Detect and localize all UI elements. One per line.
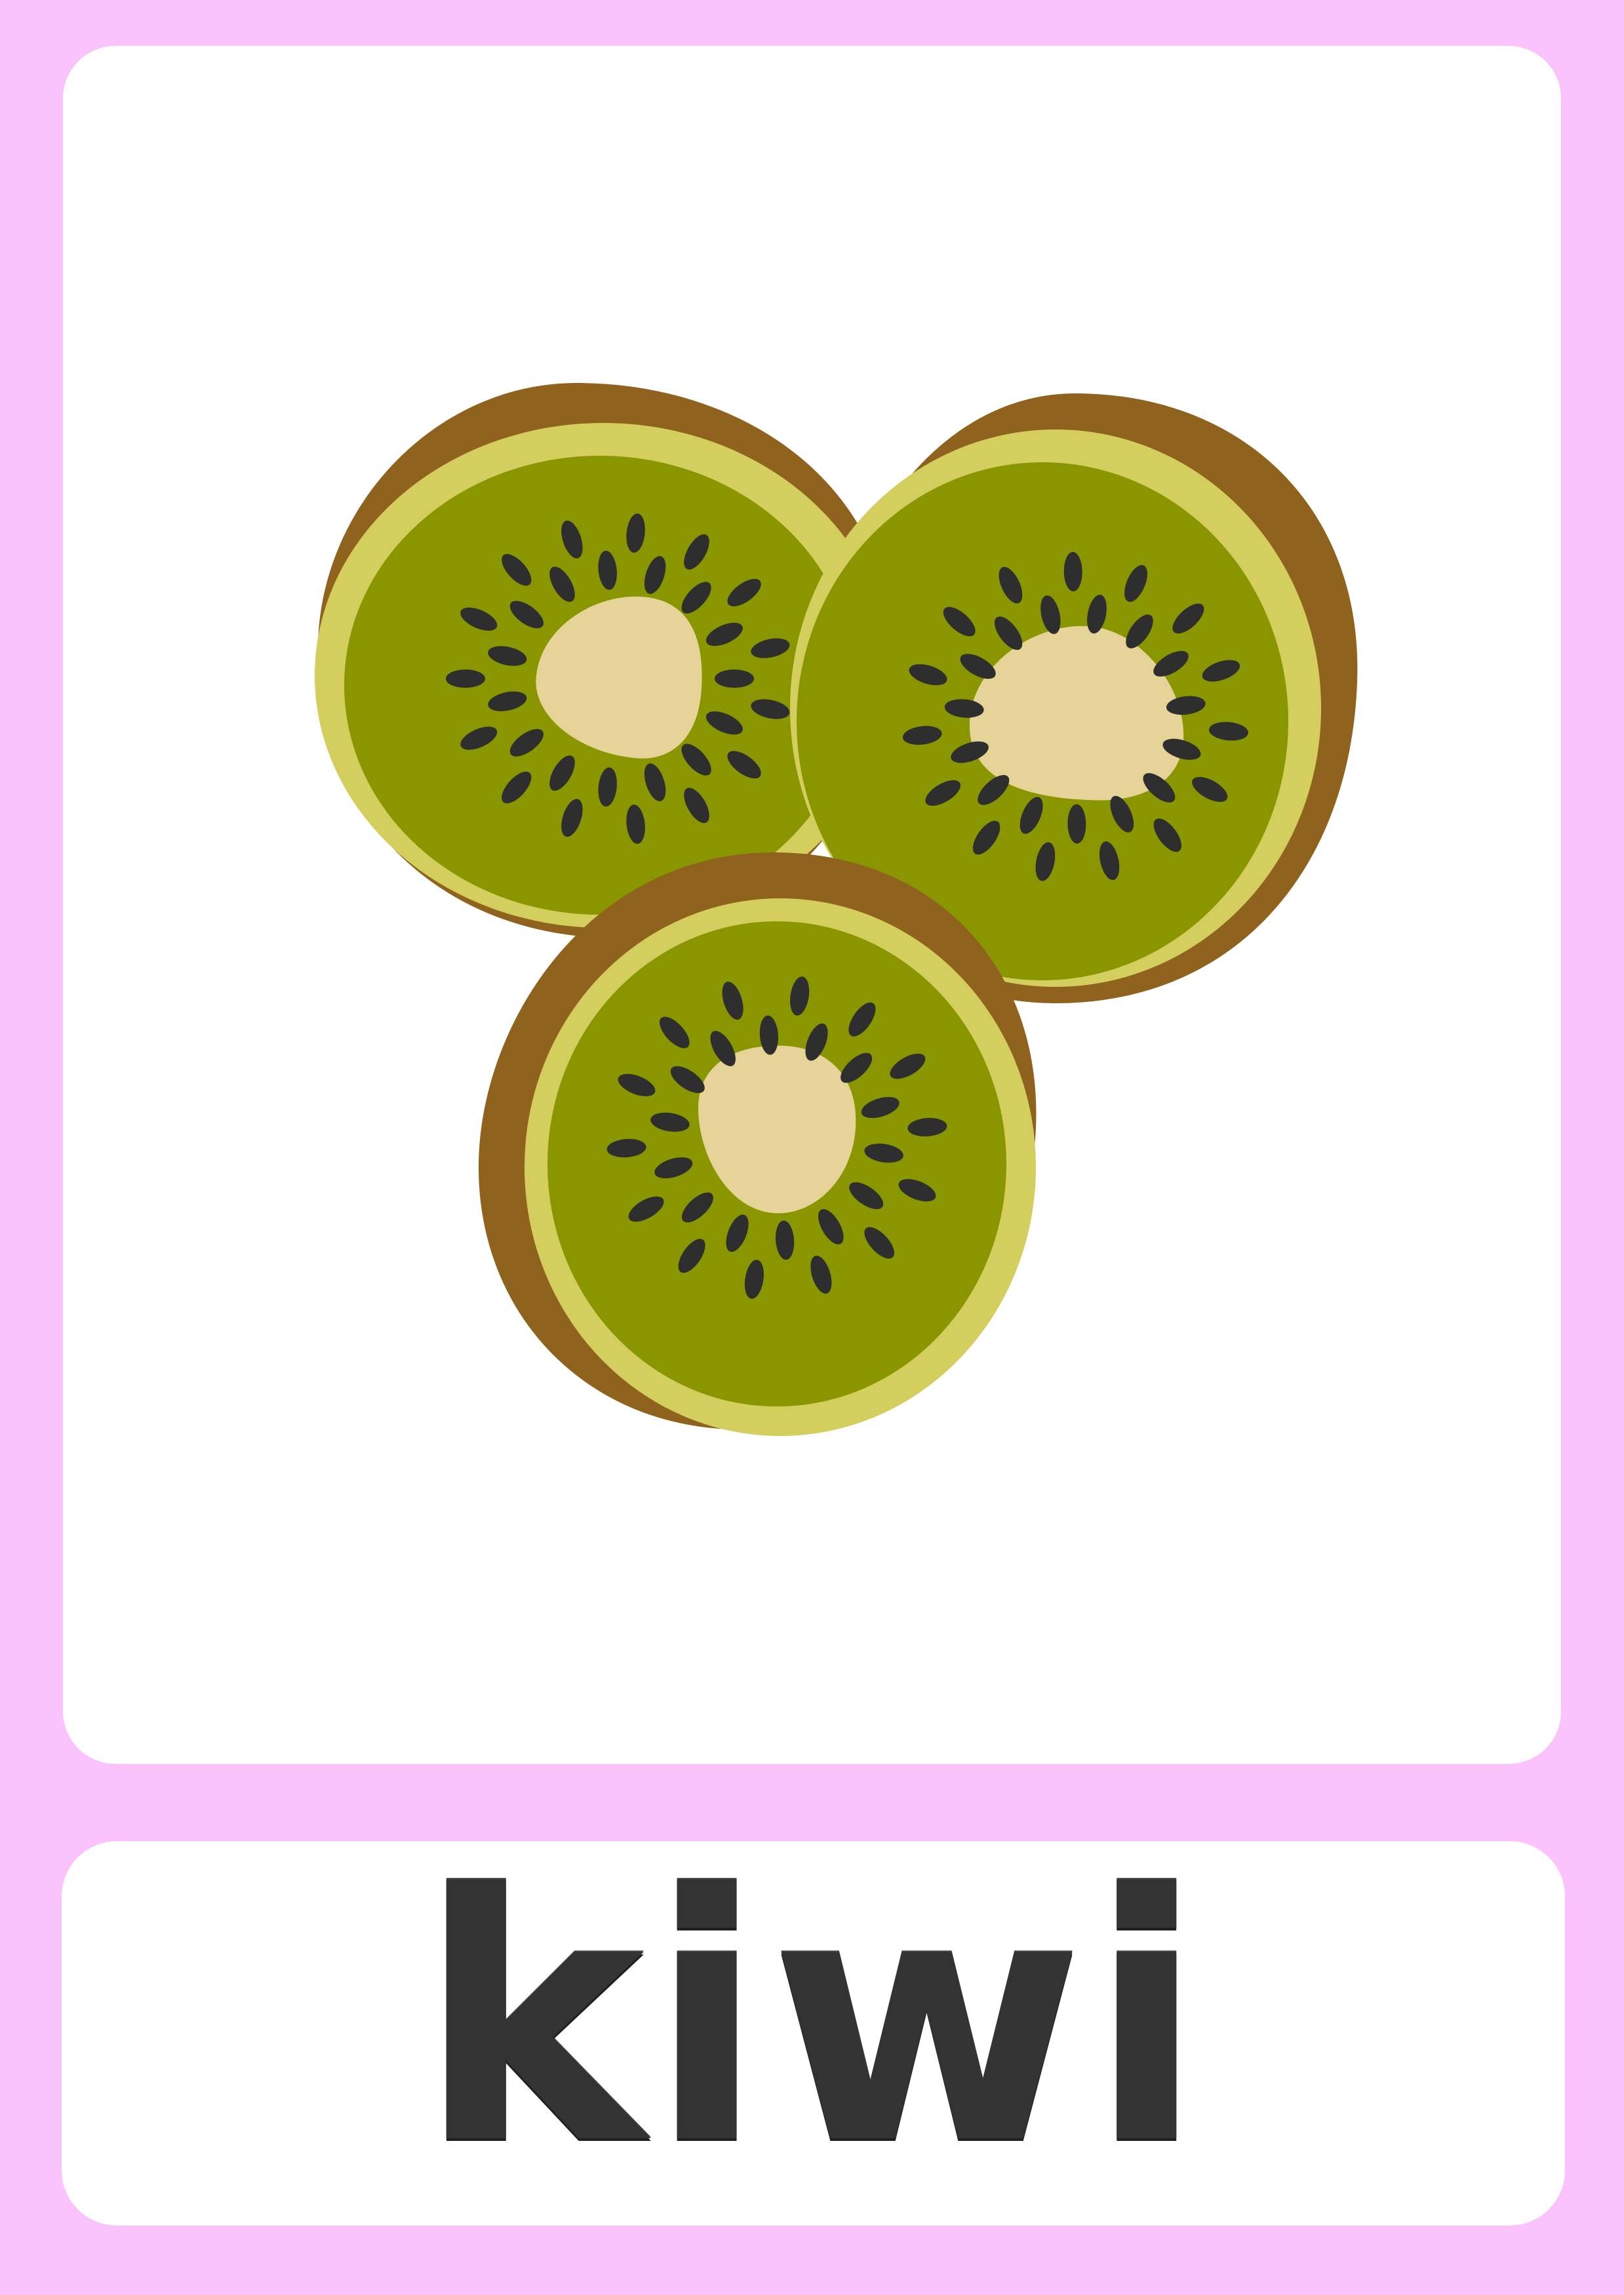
kiwi-seed (446, 669, 485, 688)
card-word: kiwi (418, 1822, 1209, 2219)
kiwi-slice-front (479, 852, 1037, 1436)
kiwi-seed (715, 669, 754, 688)
label-panel: kiwi (62, 1841, 1565, 2225)
